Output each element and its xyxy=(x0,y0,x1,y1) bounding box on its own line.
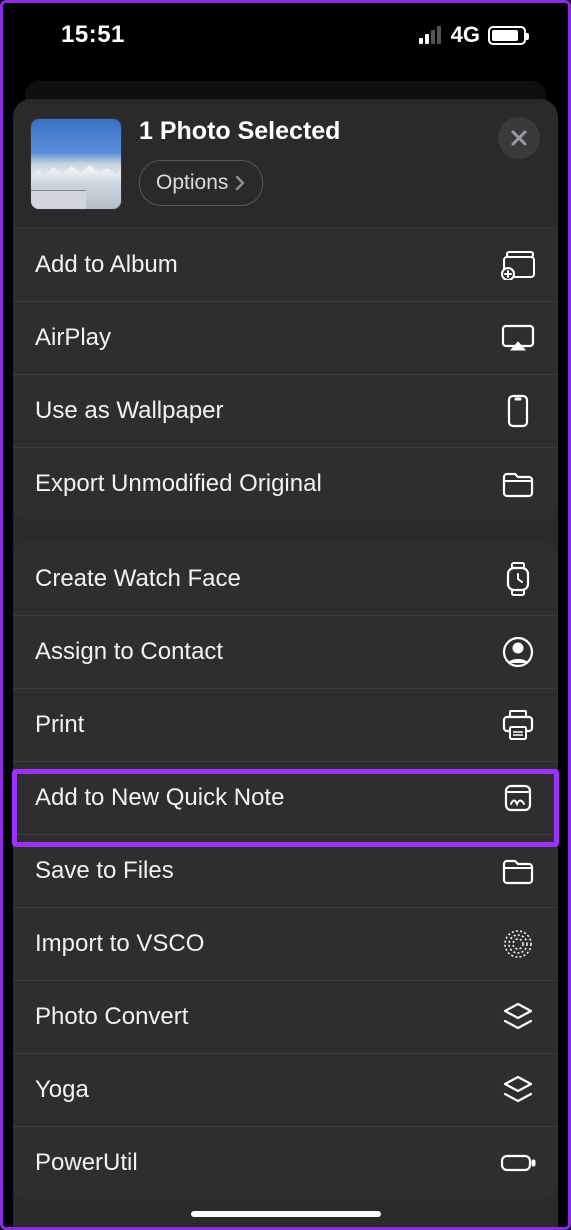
action-save-to-files[interactable]: Save to Files xyxy=(13,834,558,907)
action-add-to-album[interactable]: Add to Album xyxy=(13,228,558,301)
action-quick-note[interactable]: Add to New Quick Note xyxy=(13,761,558,834)
printer-icon xyxy=(500,707,536,743)
airplay-icon xyxy=(500,320,536,356)
action-label: Add to Album xyxy=(35,251,178,279)
action-label: Assign to Contact xyxy=(35,638,223,666)
action-label: Yoga xyxy=(35,1076,89,1104)
action-photo-convert[interactable]: Photo Convert xyxy=(13,980,558,1053)
action-label: Photo Convert xyxy=(35,1003,188,1031)
quicknote-icon xyxy=(500,780,536,816)
network-type: 4G xyxy=(451,22,480,48)
status-bar: 15:51 4G xyxy=(3,3,568,63)
sheet-underlay xyxy=(25,81,546,101)
action-airplay[interactable]: AirPlay xyxy=(13,301,558,374)
home-indicator[interactable] xyxy=(191,1211,381,1217)
action-watch-face[interactable]: Create Watch Face xyxy=(13,542,558,615)
folder-icon xyxy=(500,466,536,502)
battery-icon xyxy=(488,26,526,45)
cellular-signal-icon xyxy=(419,26,441,44)
action-print[interactable]: Print xyxy=(13,688,558,761)
status-time: 15:51 xyxy=(61,21,125,49)
stack-icon xyxy=(500,999,536,1035)
photo-thumbnail[interactable] xyxy=(31,119,121,209)
action-label: PowerUtil xyxy=(35,1149,138,1177)
battery-icon xyxy=(500,1145,536,1181)
watch-icon xyxy=(500,561,536,597)
options-button[interactable]: Options xyxy=(139,160,263,206)
stack-icon xyxy=(500,1072,536,1108)
action-label: Export Unmodified Original xyxy=(35,470,322,498)
chevron-right-icon xyxy=(234,175,246,191)
close-icon xyxy=(510,129,528,147)
sheet-title: 1 Photo Selected xyxy=(139,117,498,146)
album-add-icon xyxy=(500,247,536,283)
action-label: Add to New Quick Note xyxy=(35,784,284,812)
sheet-header: 1 Photo Selected Options xyxy=(13,99,558,228)
close-button[interactable] xyxy=(498,117,540,159)
action-label: Use as Wallpaper xyxy=(35,397,224,425)
action-label: AirPlay xyxy=(35,324,111,352)
action-label: Print xyxy=(35,711,84,739)
status-indicators: 4G xyxy=(419,22,526,48)
iphone-icon xyxy=(500,393,536,429)
action-powerutil[interactable]: PowerUtil xyxy=(13,1126,558,1199)
folder-icon xyxy=(500,853,536,889)
action-label: Save to Files xyxy=(35,857,174,885)
action-export-original[interactable]: Export Unmodified Original xyxy=(13,447,558,520)
action-import-vsco[interactable]: Import to VSCO xyxy=(13,907,558,980)
vsco-icon xyxy=(500,926,536,962)
action-assign-contact[interactable]: Assign to Contact xyxy=(13,615,558,688)
share-sheet: 1 Photo Selected Options Add to Album xyxy=(13,99,558,1227)
actions-scroll-area[interactable]: Add to Album AirPlay xyxy=(13,228,558,1227)
edit-actions-link[interactable]: Edit Actions xyxy=(13,1221,558,1227)
action-label: Create Watch Face xyxy=(35,565,241,593)
options-label: Options xyxy=(156,171,228,195)
contact-icon xyxy=(500,634,536,670)
action-label: Import to VSCO xyxy=(35,930,204,958)
action-wallpaper[interactable]: Use as Wallpaper xyxy=(13,374,558,447)
action-group: Add to Album AirPlay xyxy=(13,228,558,520)
action-group: Create Watch Face Assign to Contact xyxy=(13,542,558,1199)
action-yoga[interactable]: Yoga xyxy=(13,1053,558,1126)
